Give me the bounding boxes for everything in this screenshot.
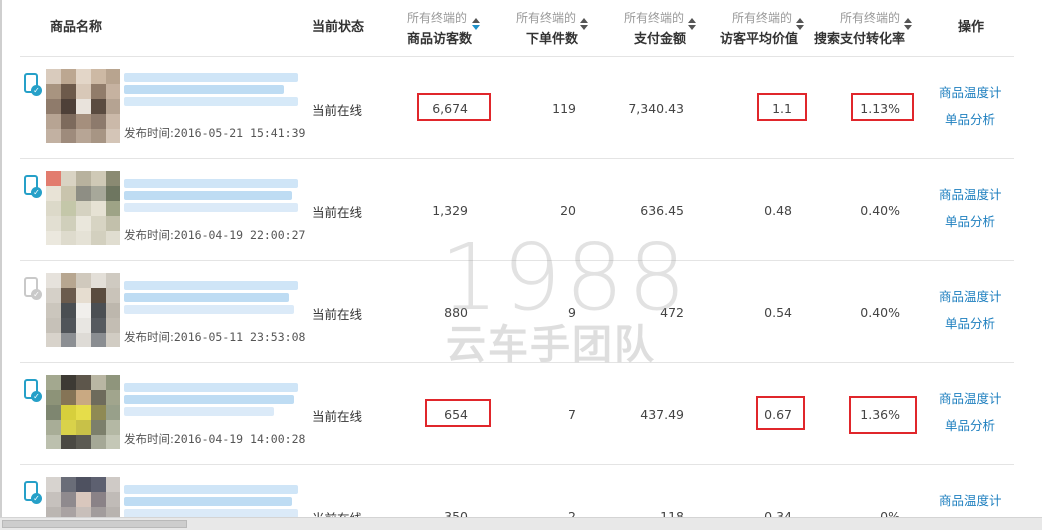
table-header: 商品名称 当前状态 所有终端的 商品访客数 所有终端的 下单件数 所有终端的 支… <box>0 0 1042 56</box>
product-thermometer-link[interactable]: 商品温度计 <box>939 490 1002 509</box>
table-row: ✓ 发布时间:2016-04-19 14:00:28 当前在线 654 7 43… <box>0 363 1042 465</box>
payment-value: 7,340.43 <box>628 101 684 116</box>
highlight-box <box>417 93 491 121</box>
item-analysis-link[interactable]: 单品分析 <box>945 415 995 434</box>
orders-value: 9 <box>568 305 576 320</box>
publish-time: 发布时间:2016-04-19 22:00:27 <box>124 228 306 242</box>
table-row: ✓ 发布时间:2016-05-11 23:53:08 当前在线 880 9 47… <box>0 261 1042 363</box>
col-conversion-line2: 搜索支付转化率 <box>814 32 906 47</box>
conversion-value: 0.40% <box>860 203 900 218</box>
product-thumbnail[interactable] <box>46 375 120 449</box>
col-visitors-line1: 所有终端的 <box>407 11 468 25</box>
product-thumbnail[interactable] <box>46 69 120 143</box>
highlight-box <box>425 399 491 427</box>
mobile-check-icon: ✓ <box>24 175 42 198</box>
sort-payment-icon[interactable] <box>688 18 696 32</box>
mobile-check-icon: ✓ <box>24 277 42 300</box>
product-thermometer-link[interactable]: 商品温度计 <box>939 388 1002 407</box>
col-operations-label: 操作 <box>958 20 985 35</box>
product-thermometer-link[interactable]: 商品温度计 <box>939 286 1002 305</box>
product-title-link[interactable] <box>124 71 298 107</box>
sort-orders-icon[interactable] <box>580 18 588 32</box>
product-thermometer-link[interactable]: 商品温度计 <box>939 82 1002 101</box>
product-title-link[interactable] <box>124 275 298 314</box>
highlight-box <box>756 396 805 430</box>
col-payment-line1: 所有终端的 <box>624 11 685 25</box>
payment-value: 118 <box>660 509 684 517</box>
mobile-check-icon: ✓ <box>24 379 42 402</box>
publish-time: 发布时间:2016-05-11 23:53:08 <box>124 330 306 344</box>
avg-value-value: 0.34 <box>764 509 792 517</box>
product-title-link[interactable] <box>124 479 298 517</box>
visitors-value: 350 <box>444 509 468 517</box>
col-avg-value-line2: 访客平均价值 <box>720 32 799 47</box>
col-visitors-line2: 商品访客数 <box>407 32 473 47</box>
sort-conversion-icon[interactable] <box>904 18 912 32</box>
conversion-value: 0.40% <box>860 305 900 320</box>
table-row: ✓ 发布时间:2016-05-21 15:41:39 当前在线 6,674 11… <box>0 57 1042 159</box>
sort-visitors-icon[interactable] <box>472 18 480 32</box>
mobile-check-icon: ✓ <box>24 73 42 96</box>
col-orders-line1: 所有终端的 <box>516 11 577 25</box>
item-analysis-link[interactable]: 单品分析 <box>945 109 995 128</box>
payment-value: 437.49 <box>640 407 684 422</box>
product-thumbnail[interactable] <box>46 273 120 347</box>
status-text: 当前在线 <box>312 205 363 220</box>
table-row: ✓ 当前在线 350 2 118 0.34 0% 商品温度计 <box>0 465 1042 517</box>
status-text: 当前在线 <box>312 508 362 517</box>
col-current-status-label: 当前状态 <box>312 20 365 35</box>
highlight-box <box>851 93 914 121</box>
status-text: 当前在线 <box>312 307 363 322</box>
horizontal-scrollbar[interactable] <box>0 517 1042 530</box>
orders-value: 119 <box>552 101 576 116</box>
visitors-value: 1,329 <box>432 203 468 218</box>
orders-value: 20 <box>560 203 576 218</box>
product-thumbnail[interactable] <box>46 477 120 517</box>
product-thumbnail[interactable] <box>46 171 120 245</box>
sort-avg-value-icon[interactable] <box>796 18 804 32</box>
item-analysis-link[interactable]: 单品分析 <box>945 313 995 332</box>
col-orders-line2: 下单件数 <box>526 32 579 47</box>
product-title-link[interactable] <box>124 173 298 212</box>
conversion-value: 0% <box>880 509 900 517</box>
orders-value: 2 <box>568 509 576 517</box>
payment-value: 636.45 <box>640 203 684 218</box>
payment-value: 472 <box>660 305 684 320</box>
orders-value: 7 <box>568 407 576 422</box>
col-avg-value-line1: 所有终端的 <box>732 11 793 25</box>
status-text: 当前在线 <box>312 409 363 424</box>
col-conversion-line1: 所有终端的 <box>840 11 901 25</box>
highlight-box <box>757 93 807 121</box>
publish-time: 发布时间:2016-05-21 15:41:39 <box>124 126 306 140</box>
product-thermometer-link[interactable]: 商品温度计 <box>939 184 1002 203</box>
item-analysis-link[interactable]: 单品分析 <box>945 211 995 230</box>
visitors-value: 880 <box>444 305 468 320</box>
col-product-name-label: 商品名称 <box>50 20 103 35</box>
table-row: ✓ 发布时间:2016-04-19 22:00:27 当前在线 1,329 20… <box>0 159 1042 261</box>
avg-value-value: 0.48 <box>764 203 792 218</box>
highlight-box <box>849 396 917 434</box>
scrollbar-thumb[interactable] <box>2 520 187 528</box>
publish-time: 发布时间:2016-04-19 14:00:28 <box>124 432 306 446</box>
mobile-check-icon: ✓ <box>24 481 42 504</box>
col-payment-line2: 支付金额 <box>634 32 687 47</box>
product-title-link[interactable] <box>124 377 298 416</box>
status-text: 当前在线 <box>312 103 363 118</box>
avg-value-value: 0.54 <box>764 305 792 320</box>
